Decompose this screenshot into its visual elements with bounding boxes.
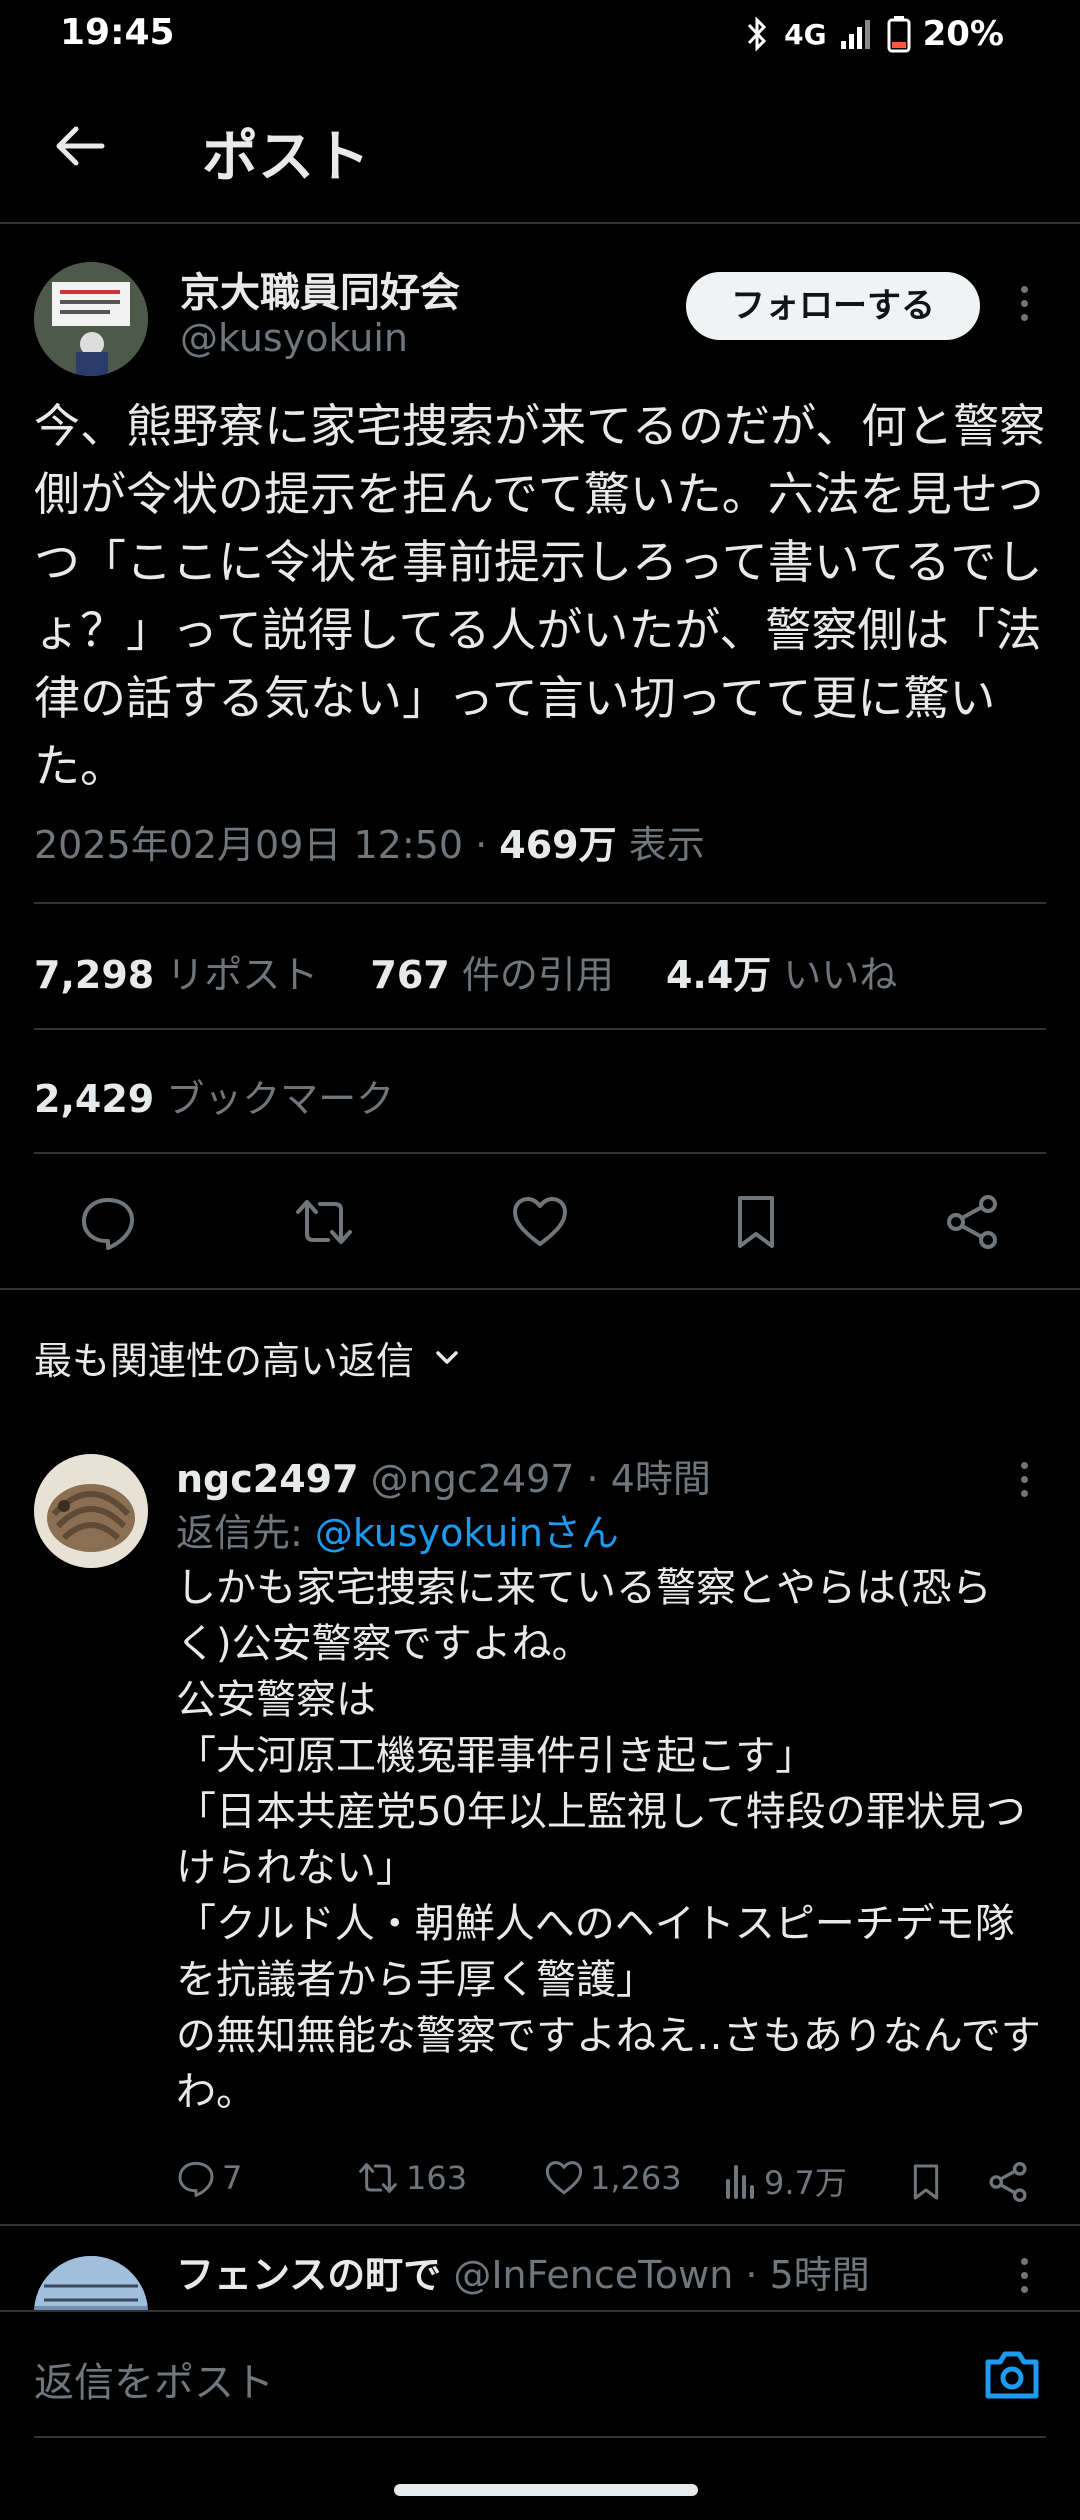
more-vertical-icon[interactable] [1014,286,1034,330]
reply-author-handle[interactable]: @InFenceTown [453,2253,733,2297]
reply-to-link[interactable]: @kusyokuinさん [315,1511,619,1555]
battery-icon [887,16,911,53]
reposts-stat[interactable]: 7,298 リポスト [34,953,318,997]
share-icon[interactable] [942,1192,1002,1252]
reply-line: の無知無能な警察ですよねえ‥さもありなんですわ。 [176,2013,1041,2115]
home-indicator[interactable] [394,2484,698,2496]
reply-header: フェンスの町で @InFenceTown · 5時間 [176,2253,870,2297]
reply-sort-selector[interactable]: 最も関連性の高い返信 [34,1330,462,1385]
reply-composer: 返信をポスト [0,2310,1080,2438]
reply-body: しかも家宅捜索に来ている警察とやらは(恐らく)公安警察ですよね。 公安警察は 「… [176,1560,1046,2120]
divider [34,902,1046,904]
reply-author-name[interactable]: ngc2497 [176,1457,359,1501]
repost-icon [359,2163,397,2193]
reply-author-name[interactable]: フェンスの町で [176,2253,441,2297]
reply-comment-action[interactable]: 7 [176,2158,242,2198]
bookmark-icon[interactable] [906,2160,946,2204]
author-handle[interactable]: @kusyokuin [180,316,408,360]
comment-icon [178,2161,214,2197]
post-meta: 2025年02月09日 12:50 · 469万 表示 [34,823,705,867]
reply-time: 4時間 [610,1457,711,1501]
battery-percent: 20% [922,14,1004,54]
bluetooth-icon [748,16,767,52]
composer-underline [34,2436,1046,2438]
author-avatar[interactable] [34,262,148,376]
chevron-down-icon [436,1350,458,1364]
heart-icon [545,2161,583,2195]
reply-author-avatar[interactable] [34,2256,148,2310]
likes-stat[interactable]: 4.4万 いいね [666,953,897,997]
reply-like-action[interactable]: 1,263 [544,2158,682,2198]
arrow-left-icon[interactable] [50,116,110,176]
reply-actions: 7 163 1,263 9.7万 [176,2158,1046,2208]
sort-label: 最も関連性の高い返信 [34,1339,415,1383]
reply-line: しかも家宅捜索に来ている警察とやらは(恐らく)公安警察ですよね。 [176,1565,992,1667]
reply-author-handle[interactable]: @ngc2497 [371,1457,575,1501]
reply-line: 「日本共産党50年以上監視して特段の罪状見つけられない」 [176,1789,1026,1891]
reply-author-avatar[interactable] [34,1454,148,1568]
bookmarks-stat[interactable]: 2,429 ブックマーク [34,1068,394,1123]
network-type: 4G [784,17,827,51]
divider [0,1288,1080,1290]
signal-icon [840,20,870,49]
share-icon[interactable] [986,2160,1030,2204]
reply-time: 5時間 [769,2253,870,2297]
page-title: ポスト [202,125,370,190]
top-bar: ポスト [0,72,1080,224]
engagement-stats: 7,298 リポスト 767 件の引用 4.4万 いいね [34,944,897,999]
reply-to-line: 返信先: @kusyokuinさん [176,1511,619,1555]
follow-button[interactable]: フォローする [686,272,980,340]
status-time: 19:45 [60,12,175,53]
reply-views-action[interactable]: 9.7万 [722,2158,847,2204]
divider [34,1028,1046,1030]
status-bar: 19:45 4G 20% [0,0,1080,72]
reply-input[interactable]: 返信をポスト [34,2350,274,2408]
heart-icon[interactable] [510,1192,570,1252]
status-icons: 4G 20% [742,14,1004,54]
post-actions [0,1154,1080,1290]
more-vertical-icon[interactable] [1014,2258,1034,2302]
views-label: 表示 [628,823,705,867]
comment-icon[interactable] [78,1192,138,1252]
author-name[interactable]: 京大職員同好会 [180,260,460,318]
reply-item[interactable]: フェンスの町で @InFenceTown · 5時間 [0,2226,1080,2310]
camera-icon[interactable] [982,2348,1042,2402]
reply-line: 「大河原工機冤罪事件引き起こす」 [176,1733,816,1779]
reply-line: 「クルド人・朝鮮人へのヘイトスピーチデモ隊を抗議者から手厚く警護」 [176,1901,1015,2003]
bar-chart-icon [726,2165,754,2199]
reply-repost-action[interactable]: 163 [356,2158,467,2198]
post-datetime: 2025年02月09日 12:50 [34,823,464,867]
reply-line: 公安警察は [176,1677,376,1723]
post-body: 今、熊野寮に家宅捜索が来てるのだが、何と警察側が令状の提示を拒んでて驚いた。六法… [34,399,1046,793]
quotes-stat[interactable]: 767 件の引用 [370,953,613,997]
repost-icon[interactable] [294,1192,354,1252]
more-vertical-icon[interactable] [1014,1462,1034,1506]
views-count: 469万 [499,823,617,867]
bookmark-icon[interactable] [726,1192,786,1252]
reply-header: ngc2497 @ngc2497 · 4時間 [176,1457,711,1501]
